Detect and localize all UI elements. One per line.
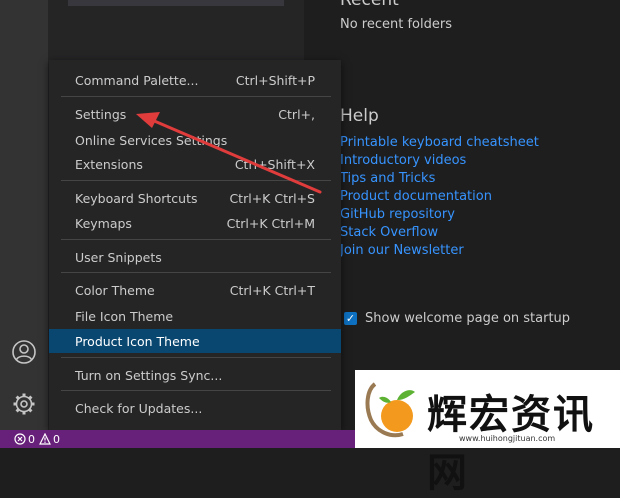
menu-item-label: Product Icon Theme [75,333,200,349]
manage-menu: Command Palette... Ctrl+Shift+P Settings… [49,60,341,430]
watermark-url: www.huihongjituan.com [459,434,556,443]
menu-item-check-for-updates[interactable]: Check for Updates... [49,396,341,420]
help-links: Printable keyboard cheatsheet Introducto… [340,134,539,260]
menu-item-command-palette[interactable]: Command Palette... Ctrl+Shift+P [49,68,341,92]
help-link-github-repository[interactable]: GitHub repository [340,206,539,224]
menu-item-label: Settings [75,106,127,122]
menu-item-online-services-settings[interactable]: Online Services Settings [49,128,341,152]
menu-item-label: Extensions [75,156,143,172]
menu-item-label: Keyboard Shortcuts [75,190,198,206]
menu-item-shortcut: Ctrl+Shift+P [235,72,315,88]
help-link-introductory-videos[interactable]: Introductory videos [340,152,539,170]
menu-item-label: User Snippets [75,249,162,265]
watermark: 辉宏资讯网 www.huihongjituan.com [355,370,620,496]
problems-indicator[interactable]: 0 0 [14,433,60,446]
help-link-keyboard-cheatsheet[interactable]: Printable keyboard cheatsheet [340,134,539,152]
help-heading: Help [340,106,379,126]
menu-item-product-icon-theme[interactable]: Product Icon Theme [49,329,341,353]
menu-separator [61,96,331,97]
help-link-stack-overflow[interactable]: Stack Overflow [340,224,539,242]
menu-item-shortcut: Ctrl+K Ctrl+T [229,282,315,298]
menu-separator [61,239,331,240]
sidebar-selected-item[interactable] [68,0,284,6]
warning-icon [39,433,51,445]
error-count: 0 [28,432,35,446]
watermark-logo-icon [365,382,415,438]
gear-icon[interactable] [10,390,38,418]
menu-item-keymaps[interactable]: Keymaps Ctrl+K Ctrl+M [49,211,341,235]
menu-item-label: Command Palette... [75,72,199,88]
menu-item-label: Turn on Settings Sync... [75,367,223,383]
help-link-product-documentation[interactable]: Product documentation [340,188,539,206]
recent-heading: Recent [340,0,399,10]
menu-item-keyboard-shortcuts[interactable]: Keyboard Shortcuts Ctrl+K Ctrl+S [49,186,341,210]
menu-item-label: Color Theme [75,282,155,298]
menu-item-label: Online Services Settings [75,132,228,148]
menu-item-settings-sync[interactable]: Turn on Settings Sync... [49,363,341,387]
menu-item-shortcut: Ctrl+K Ctrl+M [226,215,315,231]
account-icon[interactable] [10,338,38,366]
menu-separator [61,357,331,358]
menu-separator [61,272,331,273]
activity-bar [0,0,48,430]
menu-item-extensions[interactable]: Extensions Ctrl+Shift+X [49,152,341,176]
startup-option: ✓ Show welcome page on startup [344,311,570,326]
menu-item-label: Keymaps [75,215,132,231]
menu-item-file-icon-theme[interactable]: File Icon Theme [49,304,341,328]
help-link-newsletter[interactable]: Join our Newsletter [340,242,539,260]
help-link-tips-and-tricks[interactable]: Tips and Tricks [340,170,539,188]
menu-item-shortcut: Ctrl+, [278,106,315,122]
menu-item-shortcut: Ctrl+K Ctrl+S [229,190,315,206]
menu-item-label: Check for Updates... [75,400,203,416]
menu-item-settings[interactable]: Settings Ctrl+, [49,102,341,126]
menu-item-color-theme[interactable]: Color Theme Ctrl+K Ctrl+T [49,278,341,302]
no-recent-folders-text: No recent folders [340,17,452,32]
warning-count: 0 [53,432,60,446]
error-icon [14,433,26,445]
startup-checkbox-label[interactable]: Show welcome page on startup [365,311,570,326]
welcome-page: Recent No recent folders Help Printable … [304,0,620,430]
startup-checkbox[interactable]: ✓ [344,312,357,325]
menu-item-label: File Icon Theme [75,308,174,324]
menu-separator [61,390,331,391]
menu-item-shortcut: Ctrl+Shift+X [234,156,315,172]
menu-separator [61,180,331,181]
menu-item-user-snippets[interactable]: User Snippets [49,245,341,269]
